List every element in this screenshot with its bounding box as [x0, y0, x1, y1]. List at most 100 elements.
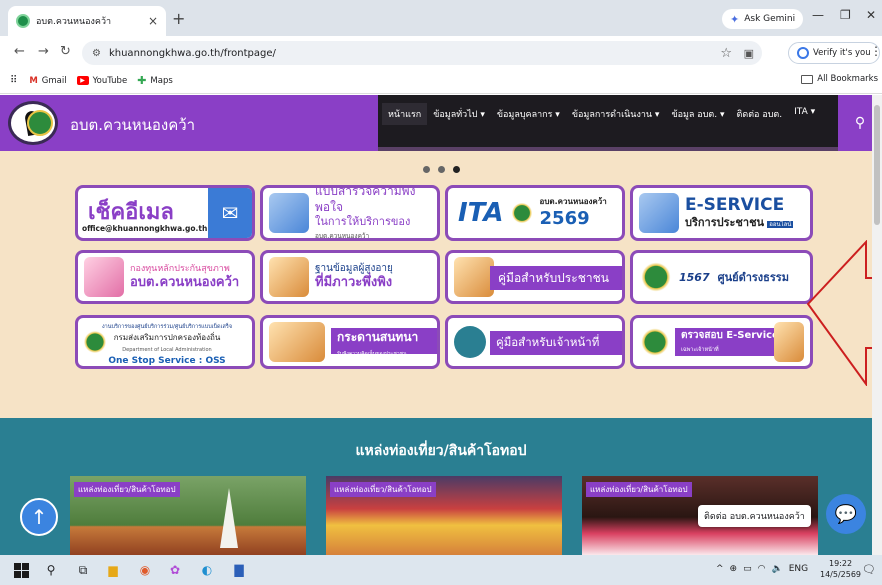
- page-scrollbar[interactable]: [872, 95, 882, 555]
- chat-button[interactable]: 💬: [826, 494, 866, 534]
- nav-contact[interactable]: ติดต่อ อบต.: [731, 103, 789, 125]
- check-email-banner[interactable]: เช็คอีเมล office@khuannongkhwa.go.th ✉: [75, 185, 255, 241]
- window-close-icon[interactable]: ✕: [866, 8, 876, 22]
- search-icon[interactable]: ⚲: [42, 561, 60, 579]
- bookmark-label: Gmail: [41, 75, 67, 86]
- site-logo[interactable]: [8, 101, 58, 145]
- bookmark-youtube[interactable]: ▶ YouTube: [76, 76, 127, 86]
- new-tab-button[interactable]: +: [172, 9, 185, 28]
- oss-line1: งานบริการของศูนย์บริการร่วม/ศูนย์บริการแ…: [101, 324, 233, 330]
- elderly-database-banner[interactable]: ฐานข้อมูลผู้สูงอายุ ที่มีภาวะพึ่งพิง: [260, 250, 440, 304]
- check-e-service-subtitle: เฉพาะเจ้าหน้าที่: [681, 347, 719, 353]
- nav-general-info[interactable]: ข้อมูลทั่วไป ▾: [427, 103, 491, 125]
- scroll-top-button[interactable]: ↑: [20, 498, 58, 536]
- family-icon: [84, 257, 124, 297]
- oss-line3: Department of Local Administration: [122, 347, 212, 353]
- chrome-icon[interactable]: ◉: [136, 561, 154, 579]
- health-line2: อบต.ควนหนองคว้า: [130, 275, 240, 291]
- carousel-dot[interactable]: [438, 166, 445, 173]
- restore-icon[interactable]: ❐: [840, 8, 851, 22]
- oss-line2: กรมส่งเสริมการปกครองท้องถิ่น: [113, 332, 221, 342]
- forward-arrow-icon[interactable]: →: [38, 44, 49, 59]
- citizen-manual-label: คู่มือสำหรับประชาชน: [490, 266, 622, 290]
- windows-logo-icon: [13, 562, 29, 578]
- file-explorer-icon[interactable]: ▆: [104, 561, 122, 579]
- citizen-manual-banner[interactable]: คู่มือสำหรับประชาชน: [445, 250, 625, 304]
- envelope-icon: ✉: [208, 188, 252, 238]
- e-service-banner[interactable]: E-SERVICE บริการประชาชน ออนไลน์: [630, 185, 813, 241]
- tourism-tag: แหล่งท่องเที่ยว/สินค้าโอทอป: [74, 482, 180, 497]
- battery-icon[interactable]: ▭: [743, 564, 752, 574]
- wifi-icon[interactable]: ◠: [758, 564, 766, 574]
- browser-menu-icon[interactable]: ⋮: [870, 44, 882, 58]
- nav-org-info[interactable]: ข้อมูล อบต. ▾: [665, 103, 730, 125]
- check-e-service-banner[interactable]: ตรวจสอบ E-Service เฉพาะเจ้าหน้าที่: [630, 315, 813, 369]
- satisfaction-survey-banner[interactable]: แบบสำรวจความพึงพอใจ ในการให้บริการของ อบ…: [260, 185, 440, 241]
- scrollbar-thumb[interactable]: [874, 105, 880, 225]
- check-e-service-title: ตรวจสอบ E-Service: [681, 330, 779, 341]
- carousel-dot[interactable]: [423, 166, 430, 173]
- address-bar[interactable]: ⚙ khuannongkhwa.go.th/frontpage/ ☆ ▣: [82, 41, 762, 65]
- nav-personnel[interactable]: ข้อมูลบุคลากร ▾: [491, 103, 566, 125]
- task-view-icon[interactable]: ⧉: [74, 561, 92, 579]
- site-name[interactable]: อบต.ควนหนองคว้า: [70, 113, 195, 137]
- all-bookmarks-button[interactable]: All Bookmarks: [801, 74, 878, 84]
- back-arrow-icon[interactable]: ←: [14, 44, 25, 59]
- reload-icon[interactable]: ↻: [60, 44, 71, 59]
- language-indicator[interactable]: ENG: [789, 564, 808, 574]
- staff-group-icon: [454, 326, 486, 358]
- windows-taskbar: ⚲ ⧉ ▆ ◉ ✿ ◐ ▇ ^ ⊕ ▭ ◠ 🔈 ENG 19:22 14/5/2…: [0, 555, 882, 585]
- verify-profile-button[interactable]: Verify it's you: [788, 42, 880, 64]
- chat-bubble-icon: 💬: [834, 503, 858, 525]
- discussion-board-banner[interactable]: กระดานสนทนา รับฟังความคิดเห็นของประชาชน: [260, 315, 440, 369]
- org-seal-icon: [639, 326, 671, 358]
- tab-close-icon[interactable]: ×: [148, 14, 158, 28]
- web-page: อบต.ควนหนองคว้า ⚲ หน้าแรก ข้อมูลทั่วไป ▾…: [0, 95, 882, 555]
- ita-logo: ITA: [458, 198, 504, 228]
- bookmarks-bar: ⠿ M Gmail ▶ YouTube ✚ Maps All Bookmarks: [0, 68, 882, 94]
- health-fund-banner[interactable]: กองทุนหลักประกันสุขภาพ อบต.ควนหนองคว้า: [75, 250, 255, 304]
- tourism-section: แหล่งท่องเที่ยว/สินค้าโอทอป แหล่งท่องเที…: [0, 418, 882, 555]
- site-info-icon[interactable]: ⚙: [92, 48, 101, 59]
- nav-operations[interactable]: ข้อมูลการดำเนินงาน ▾: [566, 103, 666, 125]
- bookmark-maps[interactable]: ✚ Maps: [137, 74, 173, 87]
- edge-icon[interactable]: ◐: [198, 561, 216, 579]
- clock[interactable]: 19:22 14/5/2569: [820, 558, 861, 580]
- one-stop-service-banner[interactable]: งานบริการของศูนย์บริการร่วม/ศูนย์บริการแ…: [75, 315, 255, 369]
- staff-manual-banner[interactable]: คู่มือสำหรับเจ้าหน้าที่: [445, 315, 625, 369]
- browser-tab-active[interactable]: อบต.ควนหนองคว้า ×: [8, 6, 166, 36]
- profile-icon: [797, 47, 809, 59]
- justice-center-banner[interactable]: 1567 ศูนย์ดำรงธรรม: [630, 250, 813, 304]
- ask-gemini-button[interactable]: ✦ Ask Gemini: [722, 9, 804, 29]
- ita-banner[interactable]: ITA อบต.ควนหนองคว้า 2569: [445, 185, 625, 241]
- nav-ita[interactable]: ITA ▾: [788, 103, 821, 125]
- clock-date: 14/5/2569: [820, 570, 862, 580]
- volume-icon[interactable]: 🔈: [771, 564, 782, 574]
- google-lens-icon[interactable]: ▣: [744, 47, 754, 60]
- gemini-sparkle-icon: ✦: [730, 12, 740, 26]
- address-url: khuannongkhwa.go.th/frontpage/: [108, 47, 276, 59]
- folder-icon: [801, 74, 814, 84]
- elderly-line2: ที่มีภาวะพึ่งพิง: [315, 275, 393, 291]
- chevron-up-icon[interactable]: ^: [716, 564, 724, 574]
- carousel-dot-active[interactable]: [453, 166, 460, 173]
- e-service-people-icon: [639, 193, 679, 233]
- nav-home[interactable]: หน้าแรก: [382, 103, 428, 125]
- ita-seal-icon: [509, 201, 534, 225]
- bookmark-star-icon[interactable]: ☆: [720, 46, 732, 61]
- elderly-line1: ฐานข้อมูลผู้สูงอายุ: [315, 262, 393, 274]
- minimize-icon[interactable]: —: [812, 8, 824, 22]
- survey-line1: แบบสำรวจความพึงพอใจ: [315, 185, 416, 214]
- elderly-people-icon: [269, 257, 309, 297]
- tourism-card[interactable]: แหล่งท่องเที่ยว/สินค้าโอทอป: [70, 476, 306, 555]
- notification-icon[interactable]: 🗨: [862, 563, 876, 576]
- word-icon[interactable]: ▇: [230, 561, 248, 579]
- chat-tooltip: ติดต่อ อบต.ควนหนองคว้า: [698, 505, 811, 527]
- tourism-card[interactable]: แหล่งท่องเที่ยว/สินค้าโอทอป: [326, 476, 562, 555]
- apps-grid-icon[interactable]: ⠿: [10, 75, 17, 86]
- e-service-title: E-SERVICE: [685, 195, 785, 216]
- start-button[interactable]: [12, 561, 30, 579]
- app-icon[interactable]: ✿: [166, 561, 184, 579]
- bookmark-gmail[interactable]: M Gmail: [29, 76, 66, 86]
- network-icon[interactable]: ⊕: [730, 564, 738, 574]
